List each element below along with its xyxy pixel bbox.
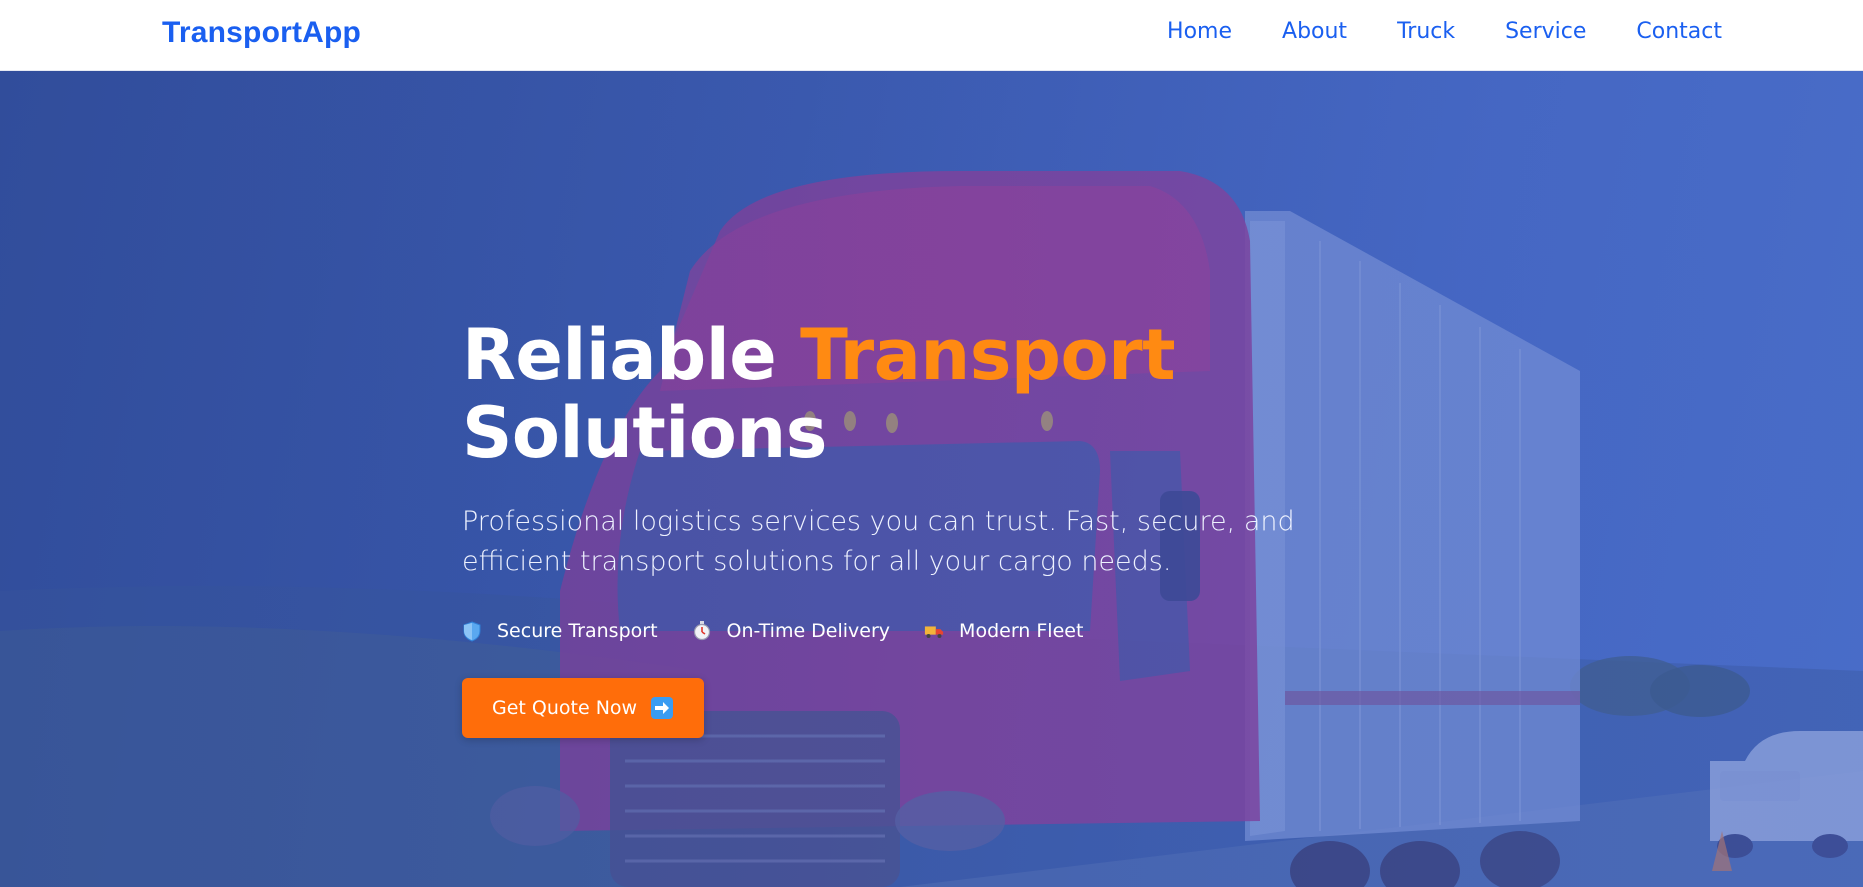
get-quote-label: Get Quote Now (492, 697, 638, 719)
nav-item-home[interactable]: Home (1167, 16, 1232, 48)
nav-item-contact[interactable]: Contact (1636, 16, 1722, 48)
hero-section: Reliable Transport Solutions Professiona… (0, 71, 1863, 887)
hero-title: Reliable Transport Solutions (462, 316, 1422, 472)
brand-logo[interactable]: TransportApp (162, 16, 361, 50)
hero-title-part2: Solutions (462, 392, 827, 474)
hero-title-part1: Reliable (462, 314, 801, 396)
nav-item-service[interactable]: Service (1505, 16, 1586, 48)
hero-subtitle: Professional logistics services you can … (462, 506, 1295, 577)
feature-label: Modern Fleet (959, 620, 1084, 642)
truck-icon (924, 620, 944, 642)
navbar: TransportApp Home About Truck Service Co… (0, 0, 1863, 71)
hero-content: Reliable Transport Solutions Professiona… (462, 316, 1422, 738)
get-quote-button[interactable]: Get Quote Now (462, 678, 705, 738)
shield-icon (462, 620, 482, 642)
feature-label: On-Time Delivery (726, 620, 891, 642)
feature-list: Secure Transport On-Time Delivery Modern… (462, 620, 1422, 642)
feature-label: Secure Transport (497, 620, 658, 642)
clock-icon (692, 620, 712, 642)
feature-item-ontime: On-Time Delivery (692, 620, 891, 642)
nav-item-truck[interactable]: Truck (1397, 16, 1455, 48)
nav-item-about[interactable]: About (1282, 16, 1347, 48)
feature-item-fleet: Modern Fleet (924, 620, 1083, 642)
arrow-right-icon (651, 697, 674, 719)
hero-title-accent: Transport (800, 314, 1176, 396)
feature-item-secure: Secure Transport (462, 620, 658, 642)
nav-links: Home About Truck Service Contact (1117, 16, 1722, 48)
